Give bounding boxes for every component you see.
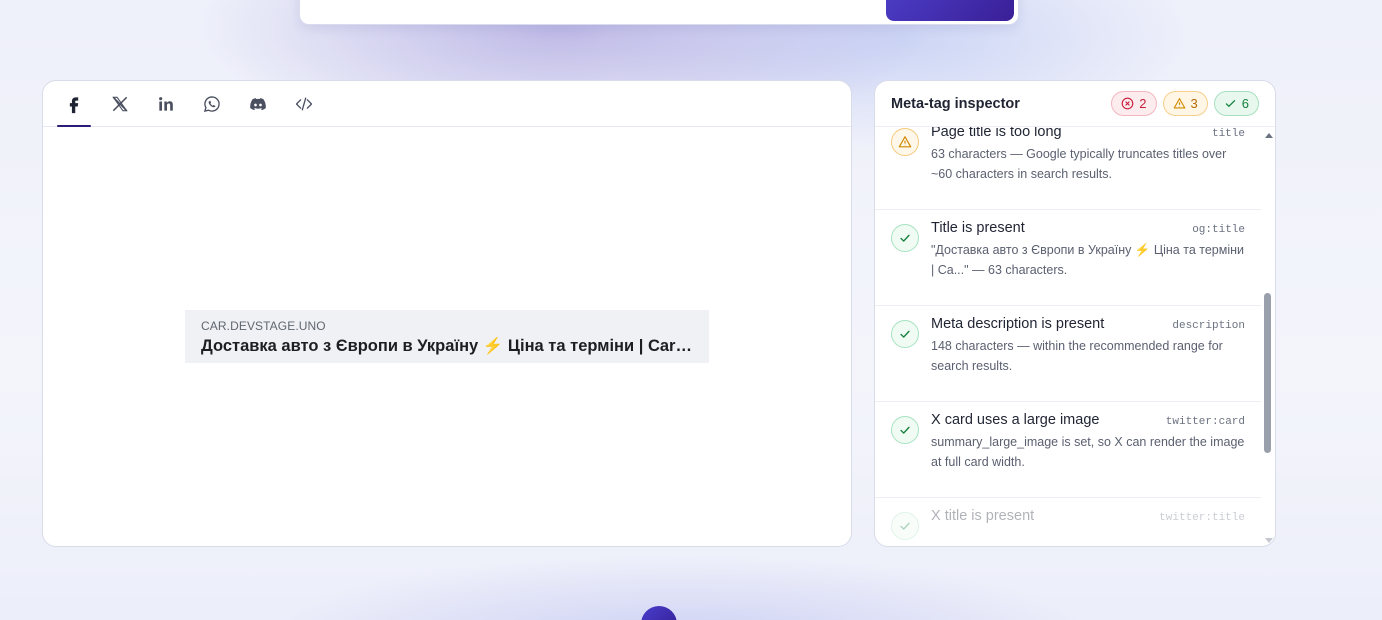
meta-tag-inspector: Meta-tag inspector 2 3 6 Page title is t…	[874, 80, 1276, 547]
passed-count: 6	[1241, 96, 1249, 111]
warning-icon	[1173, 98, 1185, 109]
item-name: X card uses a large image	[931, 412, 1100, 428]
tab-linkedin[interactable]	[149, 81, 183, 127]
whatsapp-icon	[203, 95, 220, 112]
check-icon	[891, 512, 919, 540]
generate-button[interactable]	[886, 0, 1014, 21]
list-item[interactable]: X title is present twitter:title	[875, 498, 1261, 546]
list-item[interactable]: Page title is too long title 63 characte…	[875, 127, 1261, 210]
inspector-header: Meta-tag inspector 2 3 6	[875, 81, 1275, 127]
x-icon	[112, 96, 128, 111]
list-item[interactable]: Title is present og:title "Доставка авто…	[875, 210, 1261, 306]
item-description: summary_large_image is set, so X can ren…	[931, 435, 1245, 469]
link-preview-card[interactable]: CAR.DEVSTAGE.UNO Доставка авто з Європи …	[185, 310, 709, 363]
facebook-icon	[69, 96, 79, 113]
error-count: 2	[1139, 96, 1147, 111]
inspector-title: Meta-tag inspector	[891, 95, 1020, 112]
item-tag: description	[1172, 320, 1245, 332]
item-description: 63 characters — Google typically truncat…	[931, 147, 1227, 181]
error-count-badge[interactable]: 2	[1111, 91, 1157, 116]
item-name: Meta description is present	[931, 316, 1105, 332]
check-icon	[1225, 100, 1235, 107]
check-icon	[891, 320, 919, 348]
item-tag: og:title	[1192, 224, 1245, 236]
warning-count-badge[interactable]: 3	[1162, 91, 1208, 116]
item-tag: twitter:card	[1165, 416, 1245, 428]
link-preview-domain: CAR.DEVSTAGE.UNO	[201, 319, 326, 333]
item-description: 148 characters — within the recommended …	[931, 339, 1223, 373]
warning-count: 3	[1190, 96, 1198, 111]
list-item[interactable]: Meta description is present description …	[875, 306, 1261, 402]
linkedin-icon	[159, 96, 173, 111]
scroll-down-arrow[interactable]	[1265, 538, 1273, 543]
item-tag: title	[1211, 128, 1245, 140]
platform-tabs	[43, 81, 851, 127]
tab-discord[interactable]	[241, 81, 275, 127]
error-icon	[1121, 97, 1134, 110]
passed-count-badge[interactable]: 6	[1213, 91, 1259, 116]
tab-x[interactable]	[103, 81, 137, 127]
preview-panel: CAR.DEVSTAGE.UNO Доставка авто з Європи …	[42, 80, 852, 547]
inspector-scrollbar[interactable]	[1263, 127, 1275, 546]
warning-icon	[891, 128, 919, 156]
tab-code[interactable]	[287, 81, 321, 127]
item-name: X title is present	[931, 508, 1035, 524]
item-name: Page title is too long	[931, 127, 1062, 140]
url-input-bar[interactable]	[299, 0, 1019, 25]
tab-facebook[interactable]	[57, 81, 91, 127]
item-tag: twitter:title	[1159, 512, 1245, 524]
discord-icon	[250, 97, 266, 110]
scroll-up-arrow[interactable]	[1265, 133, 1273, 138]
inspector-list[interactable]: Page title is too long title 63 characte…	[875, 127, 1261, 546]
status-badges: 2 3 6	[1111, 91, 1259, 116]
check-icon	[891, 224, 919, 252]
tab-whatsapp[interactable]	[195, 81, 229, 127]
item-description: "Доставка авто з Європи в Україну ⚡ Ціна…	[931, 243, 1244, 277]
scrollbar-thumb[interactable]	[1264, 293, 1271, 453]
list-item[interactable]: X card uses a large image twitter:card s…	[875, 402, 1261, 498]
code-icon	[295, 97, 313, 110]
link-preview-title: Доставка авто з Європи в Україну ⚡ Ціна …	[201, 337, 693, 355]
check-icon	[891, 416, 919, 444]
item-name: Title is present	[931, 220, 1025, 236]
